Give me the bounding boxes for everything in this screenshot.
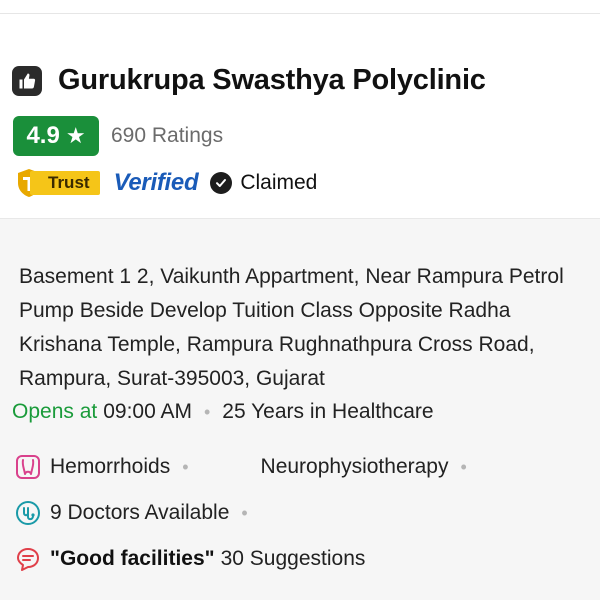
- service-neurophysiotherapy[interactable]: Neurophysiotherapy: [261, 455, 449, 479]
- opens-label: Opens at: [12, 400, 98, 423]
- body-icon: [14, 453, 42, 481]
- experience-text: 25 Years in Healthcare: [222, 400, 434, 423]
- claimed-label: Claimed: [240, 171, 318, 194]
- rating-value: 4.9: [26, 122, 60, 149]
- thumbs-up-icon: [12, 65, 42, 96]
- trust-label: Trust: [30, 171, 100, 195]
- check-circle-icon: [210, 172, 233, 194]
- suggestion-quote[interactable]: "Good facilities": [50, 547, 215, 571]
- verified-badge[interactable]: Verified: [114, 169, 199, 197]
- doctors-row: 9 Doctors Available •: [14, 499, 260, 527]
- badges-row: Trust Verified Claimed: [16, 168, 317, 198]
- doctors-available[interactable]: 9 Doctors Available: [50, 501, 229, 525]
- rating-row: 4.9 ★ 690 Ratings: [13, 116, 223, 156]
- opens-time[interactable]: 09:00 AM: [103, 400, 192, 424]
- details-panel: Basement 1 2, Vaikunth Appartment, Near …: [0, 218, 600, 600]
- listing-header: Gurukrupa Swasthya Polyclinic 4.9 ★ 690 …: [0, 14, 600, 218]
- title-row: Gurukrupa Swasthya Polyclinic: [12, 64, 486, 97]
- rating-badge[interactable]: 4.9 ★: [13, 116, 99, 156]
- star-icon: ★: [65, 123, 86, 148]
- ratings-count[interactable]: 690 Ratings: [111, 124, 223, 148]
- separator-dot: •: [460, 456, 467, 477]
- trust-badge[interactable]: Trust: [16, 168, 100, 198]
- services-row: Hemorrhoids • Neurophysiotherapy •: [14, 453, 479, 481]
- separator-dot: •: [182, 456, 189, 477]
- separator-dot: •: [203, 401, 211, 422]
- stethoscope-icon: [14, 499, 42, 527]
- suggestion-count[interactable]: 30 Suggestions: [221, 547, 366, 571]
- hours-row: Opens at 09:00 AM • 25 Years in Healthca…: [12, 400, 434, 424]
- clinic-name[interactable]: Gurukrupa Swasthya Polyclinic: [58, 64, 486, 97]
- claimed-badge[interactable]: Claimed: [210, 171, 317, 195]
- suggestions-row: "Good facilities" 30 Suggestions: [14, 545, 365, 573]
- separator-dot: •: [241, 502, 248, 523]
- address[interactable]: Basement 1 2, Vaikunth Appartment, Near …: [19, 260, 589, 396]
- service-hemorrhoids[interactable]: Hemorrhoids: [50, 455, 170, 479]
- chat-bubble-icon: [14, 545, 42, 573]
